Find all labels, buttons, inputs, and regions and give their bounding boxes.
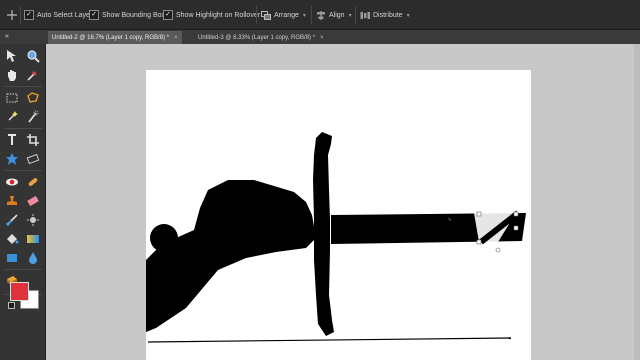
spot-healing-tool[interactable]: [24, 173, 42, 190]
red-eye-icon: [6, 178, 18, 185]
hand-tool[interactable]: [3, 66, 21, 83]
separator: [355, 6, 356, 24]
shape-tool[interactable]: [3, 249, 21, 266]
magic-wand-icon: [8, 110, 18, 121]
align-label: Align: [329, 11, 345, 19]
paint-bucket-tool[interactable]: [3, 230, 21, 247]
close-icon[interactable]: ×: [174, 35, 178, 41]
separator: [311, 6, 312, 24]
tab-untitled-2[interactable]: Untitled-2 @ 16.7% (Layer 1 copy, RGB/8)…: [48, 31, 182, 44]
vertical-scrollbar[interactable]: [634, 44, 640, 360]
straighten-tool[interactable]: [24, 150, 42, 167]
smart-brush-tool[interactable]: [24, 211, 42, 228]
tab-untitled-3[interactable]: Untitled-3 @ 8.33% (Layer 1 copy, RGB/8)…: [194, 31, 328, 44]
cookie-cutter-tool[interactable]: [3, 150, 21, 167]
workspace: [46, 44, 640, 360]
distribute-icon: [360, 11, 370, 19]
checkbox-checked-icon[interactable]: ✓: [163, 10, 173, 20]
chevron-down-icon: ▾: [348, 12, 352, 19]
paint-bucket-icon: [7, 233, 19, 244]
show-highlight-option[interactable]: ✓ Show Highlight on Rollover: [163, 8, 260, 22]
separator: [4, 128, 42, 129]
type-icon: [8, 133, 16, 145]
smart-brush-icon: [27, 213, 39, 226]
arrange-label: Arrange: [274, 11, 299, 19]
checkbox-checked-icon[interactable]: ✓: [24, 10, 34, 20]
separator: [20, 6, 21, 24]
shape-icon: [7, 253, 17, 262]
toolbox: [0, 44, 46, 360]
magic-wand-tool[interactable]: [3, 108, 21, 125]
default-colors-icon[interactable]: [8, 302, 15, 309]
show-highlight-label: Show Highlight on Rollover: [176, 11, 261, 19]
lasso-tool[interactable]: [24, 89, 42, 106]
close-icon[interactable]: ×: [320, 35, 324, 41]
distribute-label: Distribute: [373, 11, 403, 19]
collapse-icon[interactable]: «: [2, 31, 12, 43]
align-button[interactable]: Align ▾: [316, 7, 352, 23]
straighten-icon: [26, 153, 40, 164]
checkbox-checked-icon[interactable]: ✓: [89, 10, 99, 20]
eraser-tool[interactable]: [24, 192, 42, 209]
separator: [256, 6, 257, 24]
show-bounding-box-label: Show Bounding Box: [102, 11, 166, 19]
distribute-button[interactable]: Distribute ▾: [360, 7, 410, 23]
spot-healing-icon: [28, 177, 38, 186]
quick-selection-tool[interactable]: [24, 108, 42, 125]
auto-select-layer-option[interactable]: ✓ Auto Select Layer: [24, 8, 92, 22]
document-tab-bar: « Untitled-2 @ 16.7% (Layer 1 copy, RGB/…: [0, 30, 640, 44]
brush-tool[interactable]: [3, 211, 21, 228]
type-tool[interactable]: [3, 131, 21, 148]
red-eye-tool[interactable]: [3, 173, 21, 190]
clone-stamp-icon: [7, 195, 17, 205]
options-bar: ✓ Auto Select Layer ✓ Show Bounding Box …: [0, 0, 640, 30]
chevron-down-icon: ▾: [406, 12, 410, 19]
arrange-icon: [261, 10, 271, 20]
blur-icon: [29, 251, 37, 264]
show-bounding-box-option[interactable]: ✓ Show Bounding Box: [89, 8, 165, 22]
align-icon: [317, 10, 325, 20]
marquee-icon: [6, 93, 18, 102]
arrange-button[interactable]: Arrange ▾: [261, 7, 306, 23]
gradient-icon: [27, 234, 39, 243]
tab-label: Untitled-2 @ 16.7% (Layer 1 copy, RGB/8)…: [52, 34, 170, 41]
chevron-down-icon: ▾: [302, 12, 306, 19]
cookie-cutter-icon: [6, 152, 18, 165]
move-tool-preset-icon[interactable]: [6, 9, 18, 21]
blur-tool[interactable]: [24, 249, 42, 266]
gradient-tool[interactable]: [24, 230, 42, 247]
tab-label: Untitled-3 @ 8.33% (Layer 1 copy, RGB/8)…: [198, 34, 316, 41]
document-canvas[interactable]: [146, 70, 531, 360]
zoom-tool[interactable]: [24, 47, 42, 64]
foreground-color-swatch[interactable]: [10, 282, 29, 301]
eyedropper-icon: [27, 70, 37, 81]
separator: [4, 269, 42, 270]
auto-select-layer-label: Auto Select Layer: [37, 11, 93, 19]
separator: [4, 170, 42, 171]
eraser-icon: [27, 195, 39, 206]
zoom-icon: [27, 49, 40, 63]
move-tool[interactable]: [3, 47, 21, 64]
move-icon: [7, 49, 16, 62]
sword-silhouette-image: [146, 132, 526, 343]
lasso-icon: [27, 91, 39, 103]
clone-stamp-tool[interactable]: [3, 192, 21, 209]
separator: [4, 86, 42, 87]
eyedropper-tool[interactable]: [24, 66, 42, 83]
brush-icon: [5, 213, 18, 226]
quick-selection-icon: [28, 110, 39, 123]
crop-tool[interactable]: [24, 131, 42, 148]
marquee-tool[interactable]: [3, 89, 21, 106]
crop-icon: [27, 133, 39, 146]
hand-icon: [8, 69, 16, 81]
